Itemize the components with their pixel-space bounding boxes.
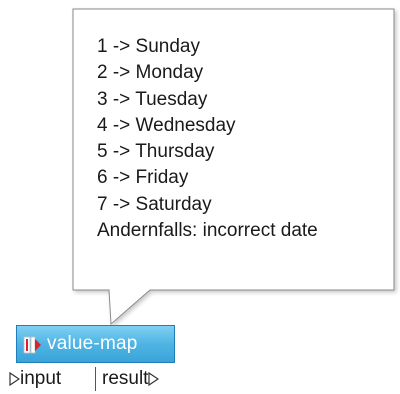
output-port-label: result [102, 368, 149, 389]
component-title: value-map [47, 333, 138, 354]
input-port-label: input [20, 368, 62, 389]
tooltip-line: Andernfalls: incorrect date [97, 220, 318, 242]
component-ports: input result [9, 365, 177, 393]
input-connector-icon[interactable] [9, 372, 20, 386]
mapping-canvas: 1 -> Sunday 2 -> Monday 3 -> Tuesday 4 -… [0, 0, 400, 394]
input-port[interactable]: input [9, 365, 61, 393]
tooltip-line: 6 -> Friday [97, 167, 189, 189]
tooltip-line: 4 -> Wednesday [97, 114, 236, 136]
value-map-component[interactable]: value-map input result [9, 325, 177, 393]
tooltip-line: 7 -> Saturday [97, 193, 212, 215]
tooltip-line: 1 -> Sunday [97, 36, 200, 57]
tooltip-line: 5 -> Thursday [97, 141, 215, 163]
port-divider [95, 367, 96, 391]
output-port[interactable]: result [102, 365, 160, 393]
value-map-icon [23, 336, 41, 354]
tooltip-content: 1 -> Sunday 2 -> Monday 3 -> Tuesday 4 -… [97, 34, 377, 244]
tooltip-line: 2 -> Monday [97, 62, 204, 84]
component-header[interactable]: value-map [16, 325, 175, 363]
output-connector-icon[interactable] [148, 372, 160, 386]
tooltip-line: 3 -> Tuesday [97, 88, 208, 110]
